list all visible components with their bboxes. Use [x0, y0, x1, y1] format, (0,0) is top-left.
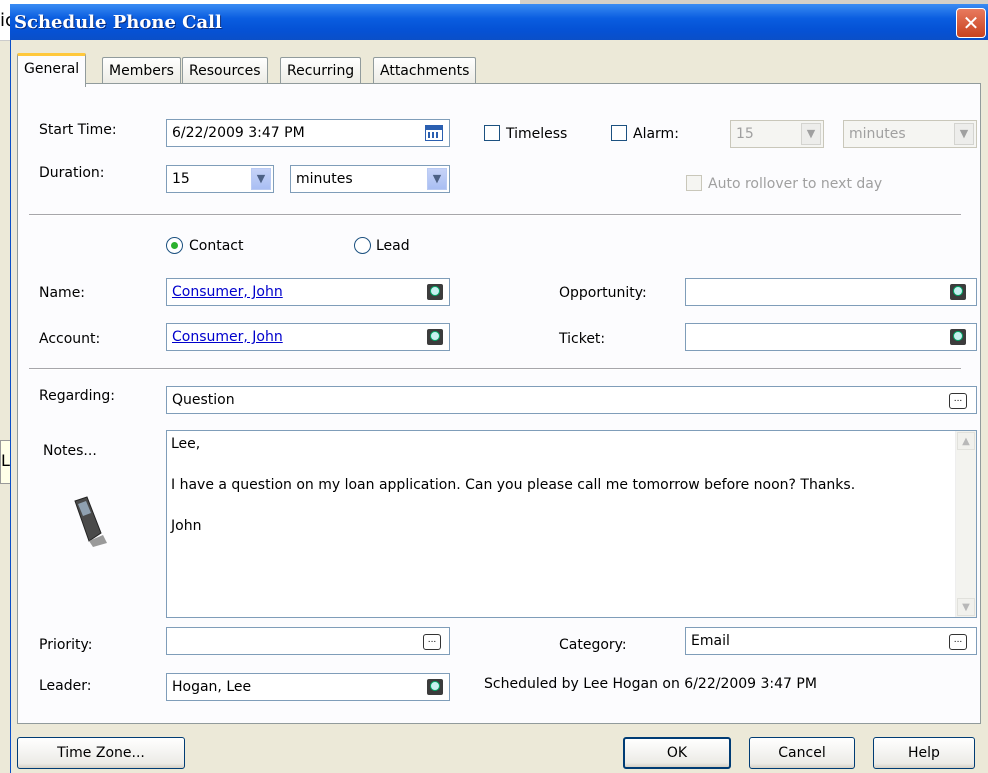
- opportunity-label: Opportunity:: [559, 285, 647, 301]
- ticket-label: Ticket:: [559, 331, 606, 347]
- chevron-down-icon: ▼: [954, 123, 974, 145]
- alarm-label: Alarm:: [633, 126, 679, 142]
- ticket-field[interactable]: [685, 323, 977, 351]
- notes-line-2: I have a question on my loan application…: [171, 477, 856, 493]
- help-button[interactable]: Help: [873, 737, 975, 769]
- start-time-label: Start Time:: [39, 122, 117, 138]
- account-field[interactable]: Consumer, John: [166, 323, 450, 351]
- timeless-label: Timeless: [506, 126, 568, 142]
- name-link[interactable]: Consumer, John: [172, 284, 283, 300]
- category-field[interactable]: Email ...: [685, 627, 977, 655]
- tab-attachments[interactable]: Attachments: [373, 57, 477, 84]
- tab-general[interactable]: General: [17, 53, 87, 87]
- duration-label: Duration:: [39, 165, 105, 181]
- window-title-bar[interactable]: Schedule Phone Call ✕: [10, 4, 988, 40]
- start-time-value: 6/22/2009 3:47 PM: [172, 125, 305, 141]
- timeless-checkbox[interactable]: [484, 125, 500, 141]
- lookup-icon[interactable]: [427, 329, 443, 345]
- notes-scrollbar[interactable]: ▲ ▼: [955, 431, 976, 617]
- notes-line-1: Lee,: [171, 436, 201, 452]
- category-label: Category:: [559, 637, 627, 653]
- scheduled-by-text: Scheduled by Lee Hogan on 6/22/2009 3:47…: [484, 676, 817, 692]
- lookup-icon[interactable]: [950, 329, 966, 345]
- lookup-icon[interactable]: [427, 679, 443, 695]
- ok-button[interactable]: OK: [623, 737, 731, 769]
- leader-field[interactable]: Hogan, Lee: [166, 673, 450, 701]
- background-app-side-fragment: L: [1, 451, 10, 470]
- ellipsis-icon[interactable]: ...: [949, 393, 967, 409]
- duration-value-select[interactable]: 15 ▼: [166, 165, 274, 193]
- separator: [29, 214, 961, 216]
- duration-unit-select[interactable]: minutes ▼: [290, 165, 450, 193]
- start-time-field[interactable]: 6/22/2009 3:47 PM: [166, 119, 450, 147]
- account-label: Account:: [39, 331, 101, 347]
- priority-field[interactable]: ...: [166, 627, 450, 655]
- notes-label[interactable]: Notes...: [43, 443, 97, 459]
- close-button[interactable]: ✕: [956, 8, 986, 38]
- lead-radio-label: Lead: [376, 238, 410, 254]
- lookup-icon[interactable]: [950, 284, 966, 300]
- name-field[interactable]: Consumer, John: [166, 278, 450, 306]
- chevron-down-icon: ▼: [801, 123, 821, 145]
- notes-textarea[interactable]: Lee, I have a question on my loan applic…: [166, 430, 977, 618]
- notes-line-3: John: [171, 518, 202, 534]
- auto-rollover-label: Auto rollover to next day: [708, 176, 883, 192]
- contact-radio[interactable]: [166, 237, 183, 254]
- contact-radio-label: Contact: [189, 238, 244, 254]
- account-link[interactable]: Consumer, John: [172, 329, 283, 345]
- auto-rollover-checkbox[interactable]: [686, 175, 702, 191]
- regarding-label: Regarding:: [39, 388, 115, 404]
- separator: [29, 368, 961, 370]
- chevron-down-icon[interactable]: ▼: [427, 168, 447, 190]
- close-icon: ✕: [962, 11, 980, 35]
- scroll-up-icon[interactable]: ▲: [957, 432, 975, 450]
- schedule-phone-call-dialog: General Members Resources Recurring Atta…: [10, 40, 988, 773]
- tab-resources[interactable]: Resources: [182, 57, 268, 84]
- leader-label: Leader:: [39, 678, 92, 694]
- priority-label: Priority:: [39, 637, 93, 653]
- calendar-icon[interactable]: [425, 125, 443, 141]
- regarding-field[interactable]: Question ...: [166, 386, 977, 414]
- alarm-value-select[interactable]: 15 ▼: [730, 120, 824, 148]
- ellipsis-icon[interactable]: ...: [423, 634, 441, 650]
- alarm-checkbox[interactable]: [611, 125, 627, 141]
- window-title: Schedule Phone Call: [14, 12, 222, 33]
- opportunity-field[interactable]: [685, 278, 977, 306]
- scroll-down-icon[interactable]: ▼: [957, 598, 975, 616]
- time-zone-button[interactable]: Time Zone...: [17, 737, 185, 769]
- alarm-unit-select[interactable]: minutes ▼: [843, 120, 977, 148]
- tab-members[interactable]: Members: [102, 57, 181, 84]
- tab-recurring[interactable]: Recurring: [280, 57, 362, 84]
- cell-phone-icon: [74, 496, 107, 547]
- lookup-icon[interactable]: [427, 284, 443, 300]
- cancel-button[interactable]: Cancel: [749, 737, 855, 769]
- name-label: Name:: [39, 285, 86, 301]
- ellipsis-icon[interactable]: ...: [949, 634, 967, 650]
- chevron-down-icon[interactable]: ▼: [251, 168, 271, 190]
- lead-radio[interactable]: [354, 237, 371, 254]
